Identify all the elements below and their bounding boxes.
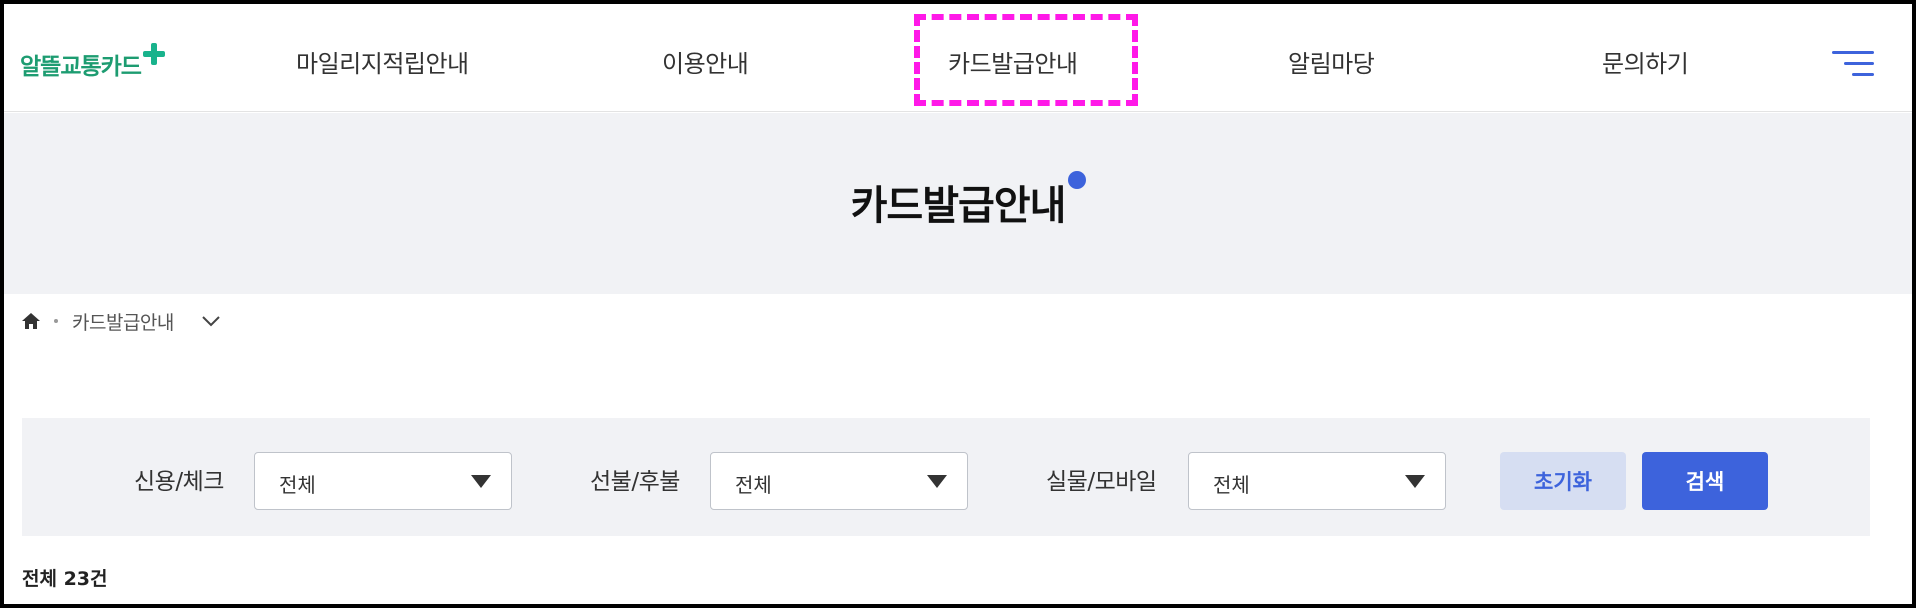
select-value: 전체 — [735, 473, 772, 497]
select-credit-check[interactable]: 전체 — [254, 452, 512, 510]
dropdown-arrow-icon — [471, 475, 491, 488]
filter-label-prepaid-postpaid: 선불/후불 — [590, 469, 680, 495]
dropdown-arrow-icon — [1405, 475, 1425, 488]
filter-bar: 신용/체크 전체 선불/후불 전체 실물/모바일 전체 초기화 검색 — [22, 418, 1870, 536]
select-value: 전체 — [279, 473, 316, 497]
hamburger-menu-icon[interactable] — [1830, 48, 1874, 80]
home-icon[interactable] — [20, 311, 42, 331]
nav-card-issuance-guide[interactable]: 카드발급안내 — [948, 44, 1078, 84]
logo-text: 알뜰교통카드 — [20, 54, 142, 80]
select-physical-mobile[interactable]: 전체 — [1188, 452, 1446, 510]
nav-mileage-guide[interactable]: 마일리지적립안내 — [296, 44, 469, 84]
page-title: 카드발급안내 — [850, 183, 1067, 229]
select-value: 전체 — [1213, 473, 1250, 497]
page-banner: 카드발급안내 — [4, 113, 1912, 294]
search-button[interactable]: 검색 — [1642, 452, 1768, 510]
filter-label-physical-mobile: 실물/모바일 — [1046, 469, 1157, 495]
dropdown-arrow-icon — [927, 475, 947, 488]
menu-line — [1832, 51, 1874, 54]
page-frame: 알뜰교통카드 마일리지적립안내 이용안내 카드발급안내 알림마당 문의하기 카드… — [4, 4, 1912, 604]
breadcrumb-separator — [54, 319, 58, 323]
results-total-count: 전체 23건 — [22, 568, 108, 590]
plus-icon — [142, 43, 165, 65]
nav-inquiry[interactable]: 문의하기 — [1602, 44, 1689, 84]
title-dot-decoration — [1068, 171, 1086, 189]
site-header: 알뜰교통카드 마일리지적립안내 이용안내 카드발급안내 알림마당 문의하기 — [4, 4, 1912, 112]
nav-usage-guide[interactable]: 이용안내 — [662, 44, 749, 84]
breadcrumb: 카드발급안내 — [20, 306, 222, 336]
site-logo[interactable]: 알뜰교통카드 — [20, 43, 165, 84]
menu-line — [1852, 73, 1874, 76]
chevron-down-icon[interactable] — [200, 314, 222, 328]
filter-label-credit-check: 신용/체크 — [134, 469, 224, 495]
nav-notices[interactable]: 알림마당 — [1288, 44, 1375, 84]
menu-line — [1844, 62, 1874, 65]
select-prepaid-postpaid[interactable]: 전체 — [710, 452, 968, 510]
reset-button[interactable]: 초기화 — [1500, 452, 1626, 510]
breadcrumb-current: 카드발급안내 — [72, 311, 174, 334]
